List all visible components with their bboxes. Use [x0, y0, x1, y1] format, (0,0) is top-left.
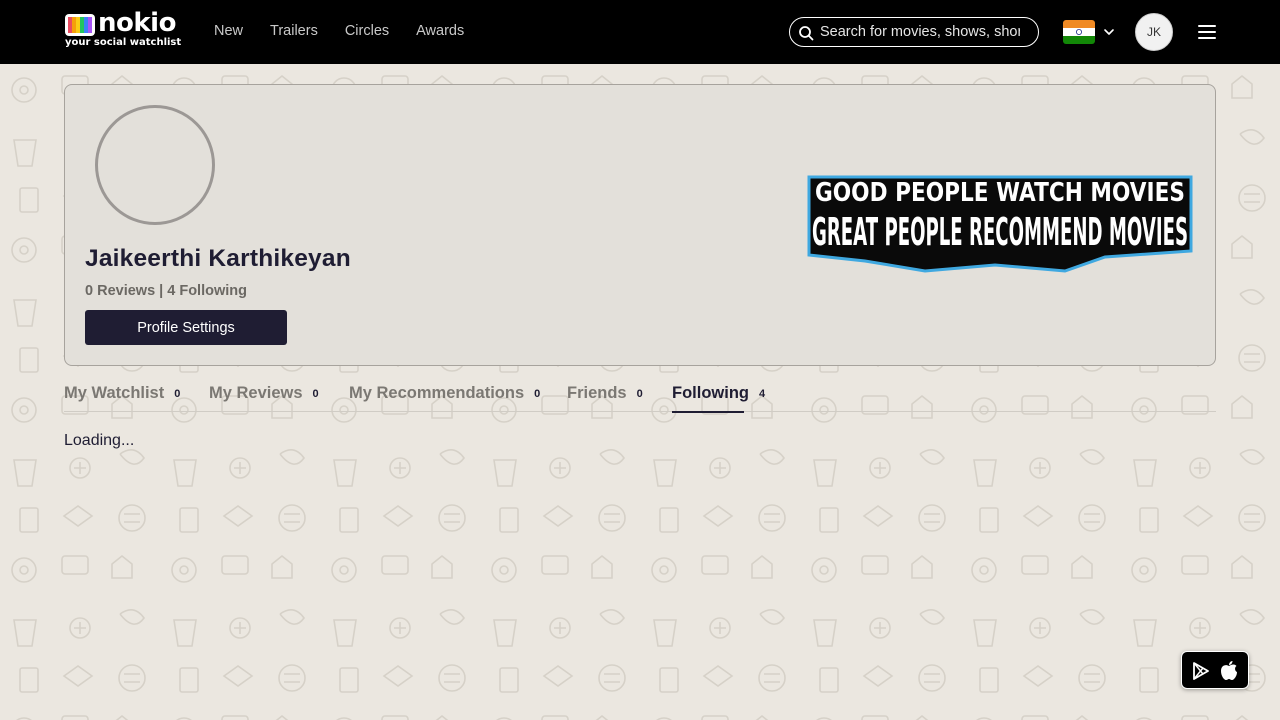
tab-count: 0 [636, 388, 643, 400]
tab-friends[interactable]: Friends 0 [567, 384, 643, 412]
brand-tagline: your social watchlist [65, 37, 182, 48]
profile-card: Jaikeerthi Karthikeyan 0 Reviews | 4 Fol… [64, 84, 1216, 366]
tab-label: Following [672, 384, 749, 402]
search-box [789, 17, 1039, 47]
tab-label: Friends [567, 384, 627, 402]
nav-link-new[interactable]: New [214, 23, 243, 39]
tab-my-watchlist[interactable]: My Watchlist 0 [64, 384, 180, 412]
profile-settings-button[interactable]: Profile Settings [85, 310, 287, 345]
profile-avatar[interactable] [95, 105, 215, 225]
tv-logo-icon [65, 14, 95, 36]
profile-tabs: My Watchlist 0 My Reviews 0 My Recommendat… [64, 384, 1216, 413]
profile-name: Jaikeerthi Karthikeyan [85, 245, 351, 272]
hamburger-menu-icon[interactable] [1197, 22, 1217, 42]
country-flag [1063, 20, 1095, 44]
tab-count: 0 [312, 388, 319, 400]
profile-banner: GOOD PEOPLE WATCH MOVIES GREAT PEOPLE RE… [807, 175, 1193, 273]
brand-name: nokio [98, 8, 176, 38]
profile-stats: 0 Reviews | 4 Following [85, 283, 247, 299]
apple-icon[interactable] [1219, 660, 1239, 682]
user-avatar-button[interactable]: JK [1135, 13, 1173, 51]
google-play-icon[interactable] [1191, 661, 1211, 681]
tab-label: My Reviews [209, 384, 303, 402]
app-download-badge[interactable] [1181, 651, 1249, 689]
nav-link-circles[interactable]: Circles [345, 23, 389, 39]
tab-following[interactable]: Following 4 [672, 384, 766, 413]
loading-indicator: Loading... [64, 432, 135, 449]
tab-count: 4 [758, 388, 766, 400]
banner-line-1: GOOD PEOPLE WATCH MOVIES [815, 178, 1185, 208]
tab-label: My Recommendations [349, 384, 525, 402]
tab-label: My Watchlist [64, 384, 165, 402]
tab-count: 0 [174, 388, 181, 400]
search-icon [799, 26, 814, 41]
tab-count: 0 [534, 388, 541, 400]
tab-my-recommendations[interactable]: My Recommendations 0 [349, 384, 540, 412]
nokio-logo[interactable]: nokio your social watchlist [64, 8, 181, 52]
nav-link-awards[interactable]: Awards [416, 23, 464, 39]
search-input[interactable] [820, 22, 1020, 42]
main-nav: New Trailers Circles Awards [214, 23, 491, 39]
banner-line-2: GREAT PEOPLE RECOMMEND MOVIES [812, 210, 1188, 254]
chevron-down-icon[interactable] [1103, 27, 1115, 37]
india-flag-icon[interactable] [1063, 20, 1095, 44]
nav-link-trailers[interactable]: Trailers [270, 23, 318, 39]
tab-my-reviews[interactable]: My Reviews 0 [209, 384, 319, 412]
top-navigation-bar: nokio your social watchlist New Trailers… [0, 0, 1280, 64]
